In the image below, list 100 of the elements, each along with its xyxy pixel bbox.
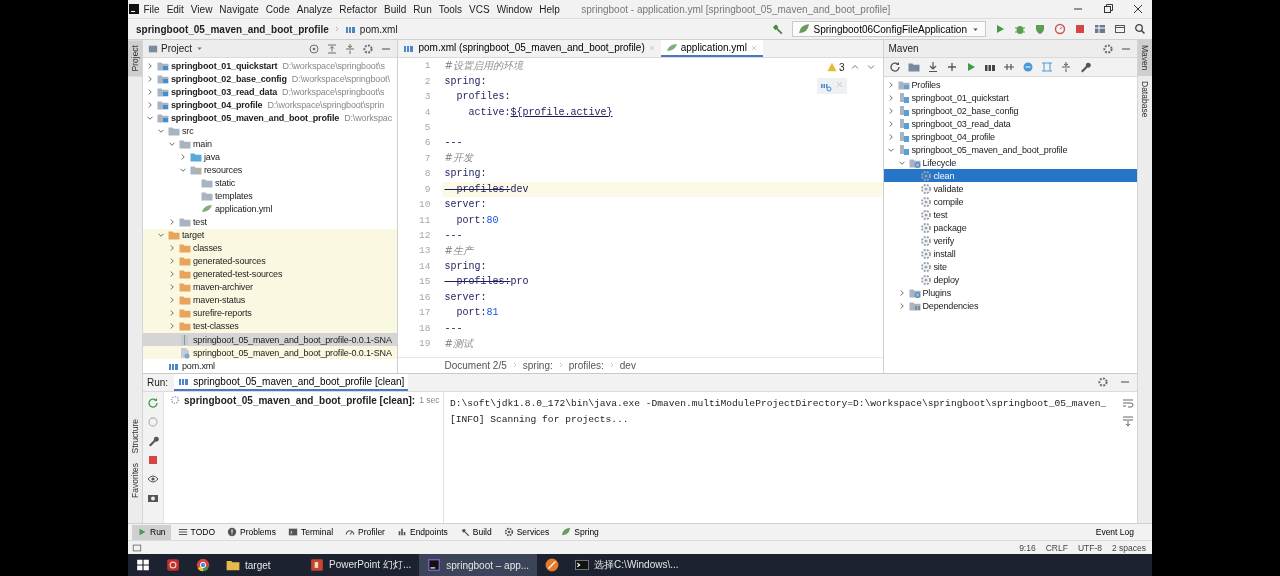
tree-row[interactable]: templates (143, 189, 398, 203)
status-item[interactable]: 2 spaces (1111, 542, 1146, 553)
menu-item[interactable]: Build (380, 3, 410, 15)
tree-row[interactable]: main (143, 137, 398, 151)
tree-row[interactable]: springboot_02_base_config (883, 104, 1137, 118)
tool-tab[interactable]: Endpoints (391, 524, 453, 540)
tree-row[interactable]: test (883, 208, 1137, 222)
tree-row[interactable]: springboot_02_base_config D:\workspace\springboot\ (143, 72, 398, 86)
tool-tab[interactable]: Problems (222, 524, 281, 540)
status-item[interactable]: UTF-8 (1077, 542, 1102, 553)
tree-row[interactable]: clean (883, 169, 1137, 183)
run-tab[interactable]: springboot_05_maven_and_boot_profile [clean] (174, 373, 409, 391)
breadcrumb[interactable]: profiles: (568, 359, 604, 371)
window-icon[interactable] (1114, 23, 1126, 35)
breadcrumb[interactable]: spring: (522, 359, 553, 371)
tree-row[interactable]: springboot_01_quickstart (883, 91, 1137, 105)
expand-all-icon[interactable] (326, 42, 339, 55)
restore-icon[interactable] (1102, 3, 1114, 15)
menu-item[interactable]: Edit (163, 3, 188, 15)
stop-icon[interactable] (147, 453, 159, 466)
columns-icon[interactable] (1040, 61, 1053, 73)
menu-item[interactable]: Window (493, 3, 536, 15)
tree-row[interactable]: Plugins (883, 286, 1137, 300)
tree-row[interactable]: springboot_01_quickstart D:\workspace\springboot\s (143, 59, 398, 73)
tree-row[interactable]: validate (883, 182, 1137, 196)
status-item[interactable]: 9:16 (1019, 542, 1036, 553)
tree-row[interactable]: target (143, 228, 398, 242)
tree-row[interactable]: springboot_04_profile (883, 130, 1137, 144)
tree-row[interactable]: compile (883, 195, 1137, 209)
tool-tab[interactable]: Profiler (340, 524, 390, 540)
crosshair-icon[interactable] (308, 42, 321, 55)
tree-row[interactable]: static (143, 176, 398, 190)
tree-row[interactable]: pom.xml (143, 359, 398, 373)
editor-tab[interactable]: application.yml (660, 40, 763, 57)
tree-row[interactable]: application.yml (143, 202, 398, 216)
tool-window-tab[interactable]: Structure (128, 413, 142, 459)
refresh-icon[interactable] (888, 61, 901, 73)
taskbar-item[interactable]: springboot – app... (419, 554, 538, 576)
tree-row[interactable]: test (143, 215, 398, 229)
load-maven-changes-button[interactable] (816, 78, 847, 94)
tool-tab[interactable]: Build (454, 524, 497, 540)
settings-icon[interactable] (1102, 42, 1114, 55)
tool-window-tab[interactable]: Favorites (128, 458, 142, 503)
tool-tab[interactable]: TODO (172, 524, 220, 540)
menu-item[interactable]: Tools (435, 3, 466, 15)
tree-row[interactable]: deploy (883, 273, 1137, 287)
tool-window-tab[interactable]: Maven (1138, 40, 1152, 76)
settings-icon[interactable] (1097, 376, 1109, 389)
taskbar-item[interactable]: 选择C:\Windows\... (567, 554, 687, 576)
tree-row[interactable]: site (883, 260, 1137, 274)
breadcrumb[interactable]: Document 2/5 (444, 359, 507, 371)
tree-row[interactable]: springboot_05_maven_and_boot_profile (883, 143, 1137, 157)
folder-grid-icon[interactable] (1094, 23, 1106, 35)
tree-row[interactable]: springboot_05_maven_and_boot_profile-0.0.1-SNA (143, 346, 398, 360)
breadcrumb[interactable]: pom.xml (359, 23, 398, 35)
tree-row[interactable]: Lifecycle (883, 156, 1137, 170)
menu-item[interactable]: View (187, 3, 216, 15)
taskbar-item[interactable]: PowerPoint 幻灯... (302, 554, 420, 576)
toggle-offline-icon[interactable] (1002, 61, 1015, 73)
tree-row[interactable]: verify (883, 234, 1137, 248)
tree-row[interactable]: Dependencies (883, 299, 1137, 313)
run-configuration-dropdown[interactable]: Springboot06ConfigFileApplication (791, 21, 986, 37)
editor-tab[interactable]: pom.xml (springboot_05_maven_and_boot_profile) (398, 40, 661, 57)
shield-icon[interactable] (1034, 23, 1046, 35)
tool-tab[interactable]: Spring (556, 524, 604, 540)
tree-row[interactable]: springboot_03_read_data (883, 117, 1137, 131)
breadcrumb[interactable]: dev (619, 359, 636, 371)
menu-item[interactable]: VCS (465, 3, 494, 15)
run-icon[interactable] (994, 23, 1006, 35)
soft-wrap-icon[interactable] (1122, 396, 1134, 409)
menu-item[interactable]: Help (535, 3, 564, 15)
status-item[interactable]: CRLF (1045, 542, 1068, 553)
menu-item[interactable]: Navigate (215, 3, 263, 15)
tree-row[interactable]: springboot_04_profile D:\workspace\springboot\sprin (143, 98, 398, 112)
stop-icon[interactable] (1074, 23, 1086, 35)
warning-count[interactable]: 3 (838, 61, 845, 73)
taskbar-item[interactable]: target (218, 554, 302, 576)
tree-row[interactable]: springboot_05_maven_and_boot_profile D:\workspac (143, 111, 398, 125)
collapse-all-icon[interactable] (344, 42, 357, 55)
tree-row[interactable]: resources (143, 163, 398, 177)
tree-row[interactable]: package (883, 221, 1137, 235)
folder-plus-icon[interactable] (907, 61, 920, 73)
download-icon[interactable] (926, 61, 939, 73)
breadcrumb[interactable]: springboot_05_maven_and_boot_profile (136, 23, 329, 35)
tree-row[interactable]: install (883, 247, 1137, 261)
skip-tests-icon[interactable] (1021, 61, 1034, 73)
settings-icon[interactable] (362, 42, 375, 55)
wrench-icon[interactable] (147, 434, 159, 447)
tool-window-tab[interactable]: Project (128, 40, 142, 77)
tree-row[interactable]: Profiles (883, 78, 1137, 92)
close-icon[interactable] (1132, 3, 1144, 15)
menu-item[interactable]: Run (409, 3, 436, 15)
menu-item[interactable]: Analyze (293, 3, 336, 15)
tool-tab[interactable]: Services (498, 524, 555, 540)
scroll-to-end-icon[interactable] (1122, 414, 1134, 427)
menu-item[interactable]: File (140, 3, 164, 15)
rerun-icon[interactable] (147, 396, 159, 409)
tool-tab[interactable]: Run (132, 524, 171, 540)
tool-window-tab[interactable]: Database (1138, 75, 1152, 122)
search-icon[interactable] (1134, 23, 1146, 35)
